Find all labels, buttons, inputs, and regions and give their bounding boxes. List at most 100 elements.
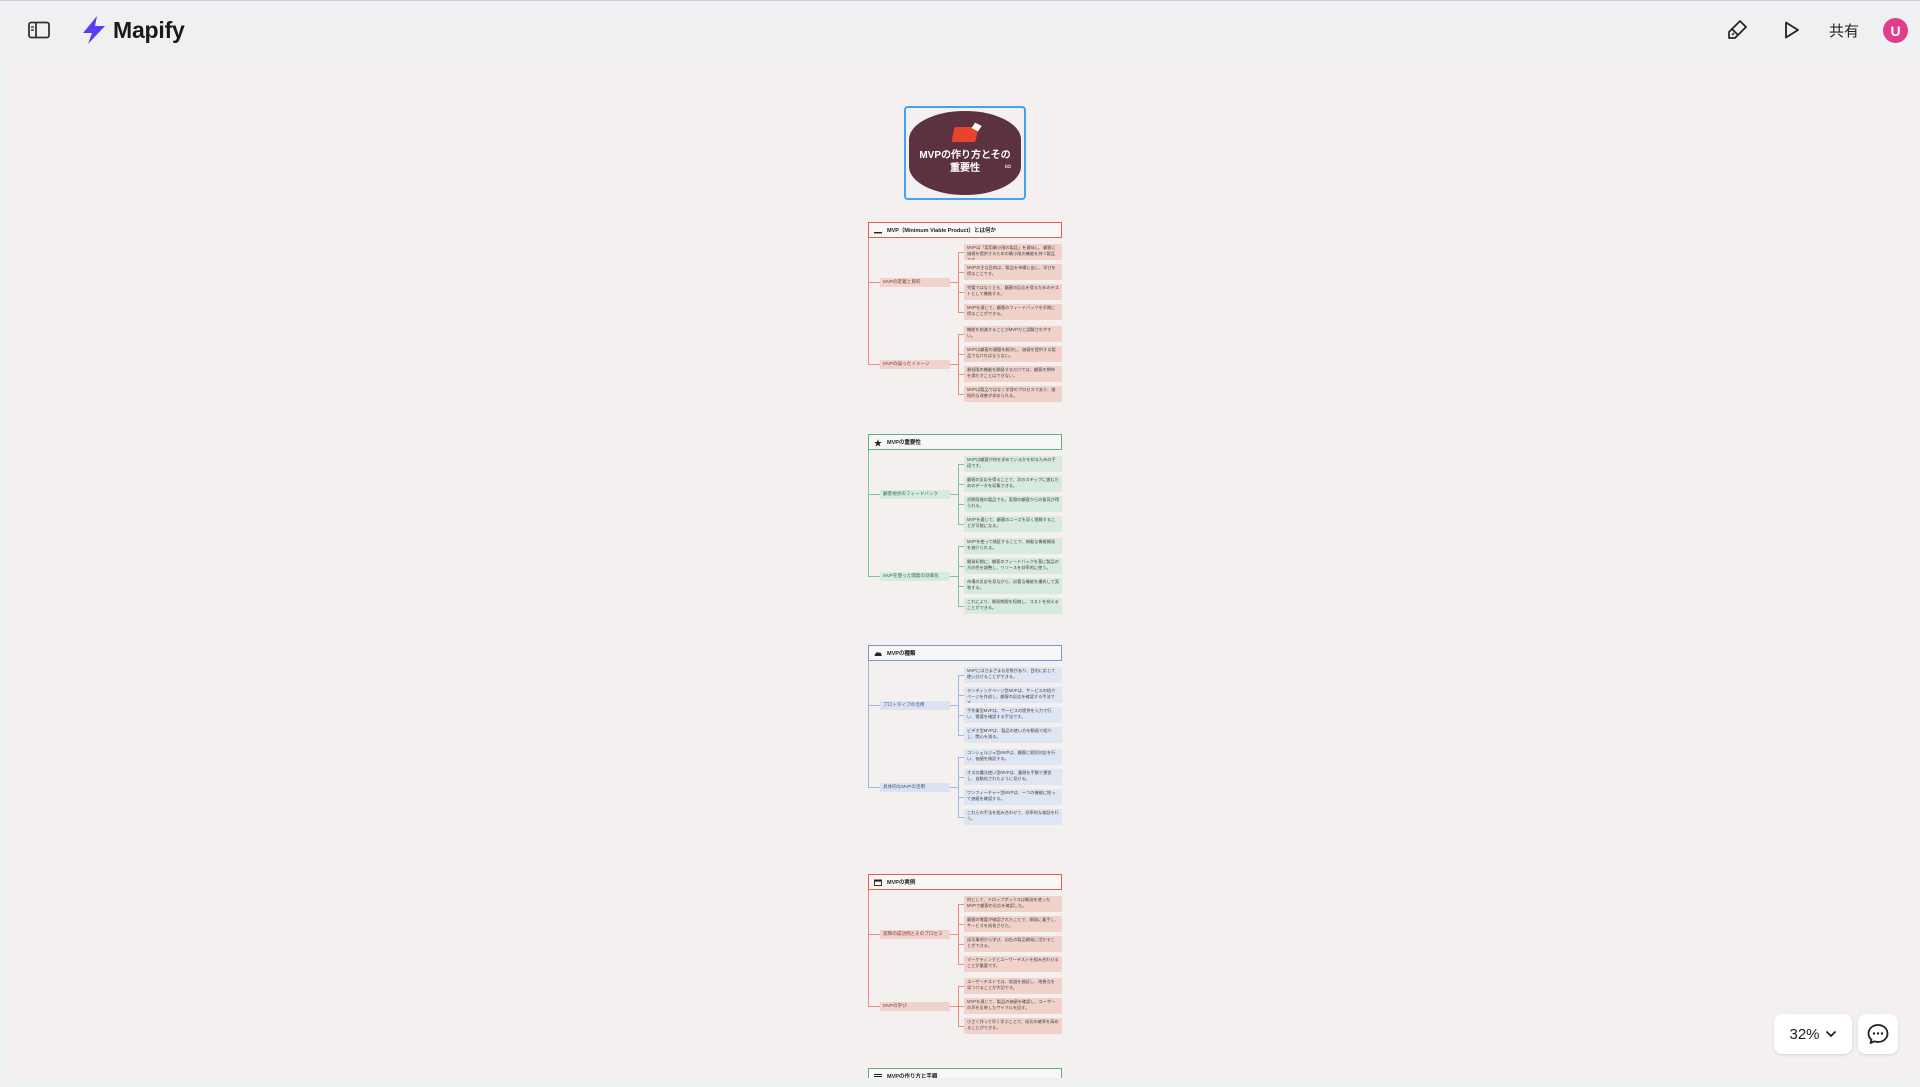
leaf-connector: [958, 606, 964, 607]
chat-icon[interactable]: [1858, 1014, 1898, 1054]
section-header[interactable]: MVPの種類: [868, 645, 1062, 661]
spine-connector: [868, 934, 880, 935]
red-flag-icon: [951, 127, 979, 142]
branch-connector: [950, 282, 958, 283]
branch-node[interactable]: MVPの誤ったイメージ: [880, 359, 950, 369]
branch-node[interactable]: MVPの学び: [880, 1001, 950, 1011]
leaf-connector: [958, 817, 964, 818]
section-title: MVPの種類: [887, 651, 916, 657]
branch-connector: [950, 705, 958, 706]
leaf-connector: [958, 312, 964, 313]
leaf-node[interactable]: MVPは「実用最小限の製品」を意味し、顧客に価値を提供するための最小限の機能を持…: [964, 244, 1062, 260]
share-button[interactable]: 共有: [1822, 15, 1866, 45]
section-spine: [868, 238, 869, 364]
leaf-connector: [958, 964, 964, 965]
section-spine: [868, 661, 869, 787]
leaf-node[interactable]: 例として、ドロップボックスは動画を使ったMVPで顧客の反応を確認した。: [964, 896, 1062, 912]
branch-node[interactable]: 顧客視点のフィードバック: [880, 489, 950, 499]
root-node[interactable]: MVPの作り方とその重要性 ∞: [904, 106, 1026, 200]
leaf-node[interactable]: 完璧ではなくとも、顧客の反応を得るためのテストとして機能する。: [964, 284, 1062, 300]
lightning-logo-icon: [83, 16, 105, 44]
logo[interactable]: Mapify: [78, 14, 185, 46]
underline-icon: [874, 227, 882, 234]
branch-connector: [950, 576, 958, 577]
leaf-connector: [958, 1026, 964, 1027]
avatar[interactable]: U: [1883, 18, 1908, 43]
branch-node[interactable]: MVPの定義と目的: [880, 277, 950, 287]
leaf-node[interactable]: マーケティングとユーザーテストを組み合わせることが重要です。: [964, 956, 1062, 972]
leaf-node[interactable]: これにより、開発期間を短縮し、コストを抑えることができる。: [964, 598, 1062, 614]
section-spine: [868, 890, 869, 1006]
branch-connector: [950, 364, 958, 365]
branch-connector: [950, 934, 958, 935]
chevron-down-icon: [1825, 1030, 1836, 1038]
leaf-node[interactable]: 顧客の需要が確認されたことで、開発に着手し、サービスを成長させた。: [964, 916, 1062, 932]
branch-bracket: [958, 757, 959, 817]
spine-connector: [868, 494, 880, 495]
branch-node[interactable]: 具体的なMVPの活用: [880, 782, 950, 792]
section-title: MVPの実例: [887, 880, 916, 886]
star-icon: [874, 438, 882, 447]
leaf-node[interactable]: MVPを使って検証することで、無駄な機能開発を避けられる。: [964, 538, 1062, 554]
branch-node[interactable]: MVPを使った開発の効率化: [880, 571, 950, 581]
leaf-node[interactable]: 成功事例から学び、自社の製品開発に活かすことができる。: [964, 936, 1062, 952]
leaf-node[interactable]: これらの手法を組み合わせて、効率的な検証を行う。: [964, 809, 1062, 825]
branch-node[interactable]: プロトタイプの活用: [880, 700, 950, 710]
leaf-node[interactable]: 市場の反応を見ながら、必要な機能を優先して実装する。: [964, 578, 1062, 594]
leaf-connector: [958, 394, 964, 395]
zoom-level: 32%: [1789, 1025, 1820, 1043]
leaf-node[interactable]: オズの魔法使い型MVPは、裏側を手動で運営し、自動化されたように見せる。: [964, 769, 1062, 785]
branch-bracket: [958, 675, 959, 735]
leaf-node[interactable]: MVPは製品ではなく学習のプロセスであり、継続的な改善が求められる。: [964, 386, 1062, 402]
leaf-node[interactable]: MVPは顧客が何を求めているかを知るための手段です。: [964, 456, 1062, 472]
leaf-node[interactable]: 顧客の反応を得ることで、次のステップに進むためのデータを収集できる。: [964, 476, 1062, 492]
section-title: MVPの重要性: [887, 440, 921, 446]
section-header[interactable]: MVPの重要性: [868, 434, 1062, 450]
leaf-node[interactable]: コンシェルジュ型MVPは、顧客に個別対応を行い、価値を検証する。: [964, 749, 1062, 765]
section-header[interactable]: MVPの作り方と手順: [868, 1068, 1062, 1078]
leaf-connector: [958, 524, 964, 525]
sidebar-toggle-icon[interactable]: [28, 21, 54, 41]
leaf-node[interactable]: 小さく作って早く学ぶことで、成功の確率を高めることができる。: [964, 1018, 1062, 1034]
leaf-node[interactable]: ワンフィーチャー型MVPは、一つの機能に絞って価値を確認する。: [964, 789, 1062, 805]
cloud-icon: [874, 650, 882, 657]
branch-bracket: [958, 252, 959, 312]
spine-connector: [868, 364, 880, 365]
leaf-node[interactable]: ランディングページ型MVPは、サービスの紹介ページを作成し、顧客の反応を確認する…: [964, 687, 1062, 703]
branch-bracket: [958, 904, 959, 964]
link-icon: ∞: [1004, 161, 1011, 171]
spine-connector: [868, 282, 880, 283]
branch-bracket: [958, 334, 959, 394]
leaf-node[interactable]: MVPを通じて、顧客のニーズを深く理解することが可能になる。: [964, 516, 1062, 532]
branch-bracket: [958, 986, 959, 1026]
branch-node[interactable]: 実際の成功例とそのプロセス: [880, 929, 950, 939]
leaf-node[interactable]: MVPは顧客の課題を解決し、価値を提供する製品でなければならない。: [964, 346, 1062, 362]
leaf-node[interactable]: 機能を削減することがMVPだと誤解されやすい。: [964, 326, 1062, 342]
brush-icon[interactable]: [1722, 15, 1752, 45]
branch-bracket: [958, 464, 959, 524]
leaf-node[interactable]: MVPを通じて、製品の価値を確認し、ユーザーの声を反映したサイクルを回す。: [964, 998, 1062, 1014]
spine-connector: [868, 1006, 880, 1007]
leaf-node[interactable]: 開発初期に、顧客のフィードバックを基に製品の方向性を調整し、リソースを効率的に使…: [964, 558, 1062, 574]
section-title: MVPの作り方と手順: [887, 1074, 938, 1078]
branch-connector: [950, 494, 958, 495]
leaf-node[interactable]: 手作業型MVPは、サービスの提供を人力で行い、需要を確認する手法です。: [964, 707, 1062, 723]
leaf-node[interactable]: ユーザーテストでは、仮説を検証し、改善点を見つけることが大切です。: [964, 978, 1062, 994]
spine-connector: [868, 576, 880, 577]
calendar-icon: [874, 879, 882, 886]
leaf-node[interactable]: 最低限の機能を開発するだけでは、顧客の期待を満たすことはできない。: [964, 366, 1062, 382]
mindmap-canvas[interactable]: MVPの作り方とその重要性 ∞ MVP（Minimum Viable Produ…: [8, 60, 1918, 1078]
zoom-dropdown[interactable]: 32%: [1774, 1014, 1852, 1054]
play-icon[interactable]: [1776, 15, 1806, 45]
leaf-node[interactable]: MVPの主な目的は、製品を市場に出し、学びを得ることです。: [964, 264, 1062, 280]
root-title: MVPの作り方とその重要性: [919, 150, 1011, 174]
section-header[interactable]: MVP（Minimum Viable Product）とは何か: [868, 222, 1062, 238]
leaf-node[interactable]: MVPを通じて、顧客のフィードバックを早期に得ることができる。: [964, 304, 1062, 320]
leaf-node[interactable]: ビデオ型MVPは、製品の使い方を動画で紹介し、関心を測る。: [964, 727, 1062, 743]
leaf-node[interactable]: MVPにはさまざまな形態があり、目的に応じて使い分けることができる。: [964, 667, 1062, 683]
leaf-node[interactable]: 初期段階の製品でも、実際の顧客からの意見が得られる。: [964, 496, 1062, 512]
branch-connector: [950, 1006, 958, 1007]
section-spine: [868, 450, 869, 576]
top-bar: Mapify 共有 U: [0, 0, 1920, 58]
section-header[interactable]: MVPの実例: [868, 874, 1062, 890]
